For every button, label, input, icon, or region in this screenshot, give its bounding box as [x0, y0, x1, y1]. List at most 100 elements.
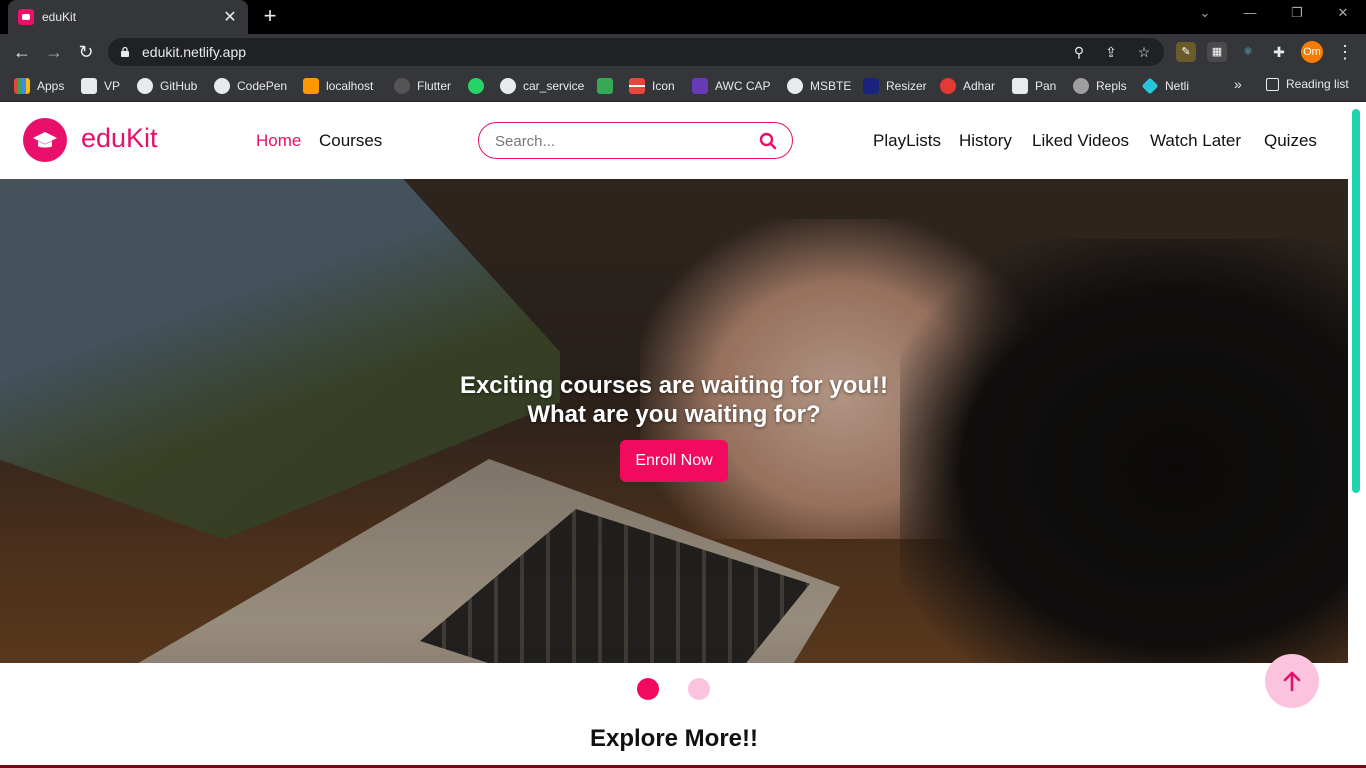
hero-line-1: Exciting courses are waiting for you!!	[459, 372, 889, 399]
hero-line-2: What are you waiting for?	[527, 401, 821, 428]
bookmark-item[interactable]: CodePen	[214, 77, 287, 95]
lock-icon	[121, 46, 129, 57]
bookmark-label: AWC CAP	[715, 79, 771, 93]
bookmark-label: CodePen	[237, 79, 288, 93]
bookmarks-bar: Apps VP GitHub CodePen localhost Flutter…	[0, 70, 1366, 102]
bookmark-label: VP	[104, 79, 121, 93]
page-scrollbar[interactable]	[1352, 109, 1360, 493]
bookmark-item[interactable]: VP	[81, 77, 120, 95]
search-bar	[478, 122, 793, 159]
bookmark-item[interactable]: localhost	[303, 77, 373, 95]
edukit-favicon-icon	[18, 9, 34, 25]
bookmark-label: Resizer	[886, 79, 927, 93]
enroll-now-button[interactable]: Enroll Now	[620, 440, 728, 482]
close-tab-icon[interactable]: ✕	[222, 7, 238, 27]
share-icon[interactable]: ⇪	[1102, 43, 1120, 61]
whatsapp-icon	[468, 78, 484, 94]
bookmark-label: GitHub	[160, 79, 198, 93]
adhar-icon	[940, 78, 956, 94]
flutter-icon	[394, 78, 410, 94]
tab-title: eduKit	[42, 10, 77, 24]
carousel-dot-1[interactable]	[637, 678, 659, 700]
codepen-icon	[214, 78, 230, 94]
extension-grid-icon[interactable]: ▦	[1207, 42, 1227, 62]
graduation-cap-icon[interactable]	[23, 118, 67, 162]
bookmark-label: car_service	[523, 79, 585, 93]
bookmark-item[interactable]: Repls	[1073, 77, 1127, 95]
bookmark-star-icon[interactable]: ☆	[1135, 43, 1153, 61]
reading-list-label: Reading list	[1286, 77, 1349, 91]
react-devtools-icon[interactable]: ⚛	[1238, 42, 1258, 62]
apps-grid-icon	[14, 78, 30, 94]
localhost-icon	[303, 78, 319, 94]
github-icon	[137, 78, 153, 94]
icon-grid-icon	[629, 78, 645, 94]
bookmark-label: Netli	[1165, 79, 1190, 93]
bookmark-label: MSBTE	[810, 79, 852, 93]
browser-menu-icon[interactable]: ⋮	[1333, 40, 1357, 64]
nav-link-liked-videos[interactable]: Liked Videos	[1032, 131, 1129, 151]
new-tab-button[interactable]: +	[258, 4, 282, 28]
nav-link-home[interactable]: Home	[256, 131, 301, 151]
bookmark-item[interactable]: GitHub	[137, 77, 197, 95]
nav-link-history[interactable]: History	[959, 131, 1012, 151]
brand-name[interactable]: eduKit	[81, 123, 158, 154]
address-bar[interactable]: edukit.netlify.app ⚲ ⇪ ☆	[108, 38, 1164, 66]
bookmark-label: Icon	[652, 79, 675, 93]
minimize-icon[interactable]: —	[1240, 5, 1260, 20]
bookmark-label: Repls	[1096, 79, 1127, 93]
bookmark-label: Pan	[1035, 79, 1057, 93]
search-icon[interactable]	[759, 132, 777, 150]
bookmark-label: Adhar	[963, 79, 996, 93]
forward-arrow-icon[interactable]: →	[42, 40, 66, 64]
bookmark-item[interactable]: Apps	[14, 77, 64, 95]
bookmark-item[interactable]: Flutter	[394, 77, 451, 95]
bookmark-item[interactable]: car_service	[500, 77, 584, 95]
site-navbar: eduKit Home Courses PlayLists History Li…	[0, 103, 1348, 179]
netlify-icon	[1141, 77, 1159, 95]
resizer-icon	[863, 78, 879, 94]
bookmarks-overflow-icon[interactable]: »	[1234, 76, 1242, 92]
bookmark-item[interactable]: Netli	[1141, 77, 1190, 95]
carousel-dot-2[interactable]	[688, 678, 710, 700]
hero-headline: Exciting courses are waiting for you!! W…	[0, 371, 1348, 429]
bookmark-label: Apps	[37, 79, 65, 93]
awc-icon	[692, 78, 708, 94]
reading-list-button[interactable]: Reading list	[1266, 77, 1349, 91]
tab-search-icon[interactable]: ⌄	[1195, 5, 1215, 21]
extension-pen-icon[interactable]: ✎	[1176, 42, 1196, 62]
window-close-icon[interactable]: ✕	[1333, 5, 1353, 21]
restore-icon[interactable]: ❐	[1287, 5, 1307, 21]
bookmark-item[interactable]: Icon	[629, 77, 675, 95]
repls-icon	[1073, 78, 1089, 94]
arrow-up-icon	[1283, 671, 1301, 692]
bookmark-label: localhost	[326, 79, 374, 93]
nav-link-quizes[interactable]: Quizes	[1264, 131, 1317, 151]
search-input[interactable]	[495, 131, 745, 151]
green-grid-icon	[597, 78, 613, 94]
cap-glyph-icon	[33, 132, 57, 148]
profile-avatar[interactable]: Om	[1301, 41, 1323, 63]
bookmark-item[interactable]: AWC CAP	[692, 77, 771, 95]
browser-toolbar: ← → ↻ edukit.netlify.app ⚲ ⇪ ☆ ✎ ▦ ⚛ ✚ O…	[0, 34, 1366, 70]
extensions-puzzle-icon[interactable]: ✚	[1269, 42, 1289, 62]
scroll-to-top-button[interactable]	[1265, 654, 1319, 708]
nav-link-watch-later[interactable]: Watch Later	[1150, 131, 1241, 151]
bookmark-item[interactable]: MSBTE	[787, 77, 851, 95]
bookmark-item[interactable]: Adhar	[940, 77, 995, 95]
vp-icon	[81, 78, 97, 94]
bookmark-item[interactable]	[597, 77, 620, 95]
url-text: edukit.netlify.app	[142, 44, 247, 60]
browser-tab[interactable]: eduKit ✕	[8, 0, 248, 34]
nav-link-playlists[interactable]: PlayLists	[873, 131, 941, 151]
bookmark-item[interactable]: Pan	[1012, 77, 1056, 95]
nav-link-courses[interactable]: Courses	[319, 131, 382, 151]
back-arrow-icon[interactable]: ←	[10, 40, 34, 64]
bookmark-label: Flutter	[417, 79, 452, 93]
bookmark-item[interactable]	[468, 77, 491, 95]
zoom-icon[interactable]: ⚲	[1070, 43, 1088, 61]
hero-carousel: Exciting courses are waiting for you!! W…	[0, 179, 1348, 663]
bookmark-item[interactable]: Resizer	[863, 77, 927, 95]
reading-list-icon	[1266, 77, 1279, 91]
reload-icon[interactable]: ↻	[74, 40, 98, 64]
